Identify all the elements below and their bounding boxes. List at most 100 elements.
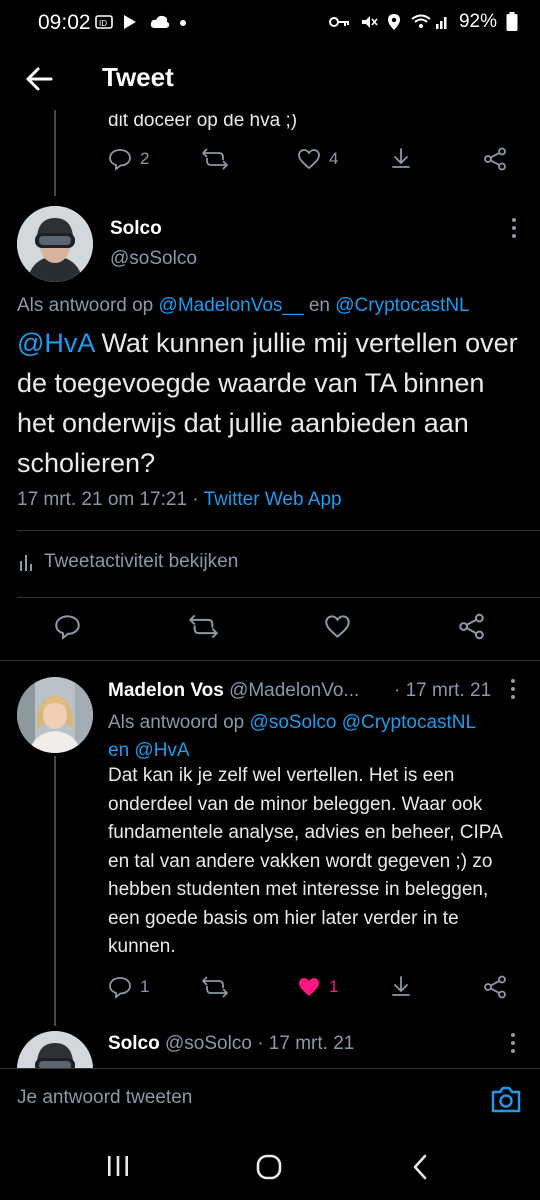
- share-icon: [459, 613, 484, 640]
- tweet-text: @HvA Wat kunnen jullie mij vertellen ove…: [17, 323, 527, 483]
- share-down-button[interactable]: [389, 975, 413, 999]
- reply-prefix: Als antwoord op: [108, 712, 245, 733]
- meta-separator: ·: [192, 489, 199, 510]
- like-button[interactable]: 4: [297, 147, 338, 171]
- system-indicators: 92%: [328, 11, 518, 33]
- share-down-button[interactable]: [389, 147, 413, 171]
- system-nav-bar: [0, 1130, 540, 1200]
- retweet-button[interactable]: [201, 147, 229, 171]
- divider: [17, 597, 540, 598]
- divider: [0, 660, 540, 661]
- key-icon: [328, 17, 349, 27]
- next-tweet-header: Solco @soSolco · 17 mrt. 21: [108, 1033, 354, 1055]
- previous-tweet-text: dit doceer op de hva ;): [108, 110, 298, 131]
- home-icon[interactable]: [255, 1153, 283, 1181]
- reply-tweet-header: Madelon Vos @MadelonVo...: [108, 680, 359, 702]
- reply-composer[interactable]: Je antwoord tweeten: [0, 1068, 540, 1130]
- reply-icon: [109, 149, 131, 171]
- reply-count: 1: [140, 977, 150, 996]
- svg-text:ID: ID: [99, 19, 107, 28]
- reply-button[interactable]: [54, 613, 81, 640]
- tweet-date: · 17 mrt. 21: [394, 680, 492, 701]
- wifi-signal-icon: [411, 14, 447, 29]
- battery-percentage: 92%: [458, 11, 497, 32]
- camera-icon[interactable]: [490, 1084, 522, 1114]
- recent-apps-icon[interactable]: [106, 1154, 130, 1178]
- mention-link[interactable]: @HvA: [17, 328, 94, 358]
- display-name[interactable]: Solco: [108, 1033, 160, 1054]
- tweet-activity-link[interactable]: Tweetactiviteit bekijken: [20, 551, 238, 573]
- like-count: 4: [329, 149, 339, 168]
- reply-and: en: [308, 295, 330, 316]
- reply-user-link[interactable]: @CryptocastNL: [342, 712, 476, 733]
- notification-app-icon: ID: [95, 15, 113, 29]
- like-icon: [298, 149, 320, 170]
- display-name[interactable]: Solco: [110, 218, 162, 240]
- reply-and-link: en: [108, 740, 130, 761]
- reply-icon: [55, 615, 80, 640]
- analytics-icon: [20, 555, 32, 571]
- cloud-icon: [150, 15, 170, 28]
- like-icon: [325, 615, 350, 638]
- retweet-button[interactable]: [188, 613, 219, 640]
- like-button[interactable]: 1: [297, 975, 338, 999]
- share-down-icon: [392, 148, 410, 168]
- share-down-icon: [392, 976, 410, 996]
- status-bar: 09:02 ID 92%: [0, 0, 540, 46]
- share-button[interactable]: [483, 147, 507, 171]
- reply-user-link[interactable]: @CryptocastNL: [335, 295, 469, 316]
- tweet-activity-label: Tweetactiviteit bekijken: [44, 551, 239, 572]
- avatar-image: [17, 206, 93, 282]
- reply-button[interactable]: 1: [108, 975, 149, 999]
- location-icon: [387, 14, 400, 30]
- reply-input-placeholder[interactable]: Je antwoord tweeten: [17, 1087, 192, 1109]
- more-icon[interactable]: [510, 679, 516, 699]
- more-icon[interactable]: [510, 1033, 516, 1053]
- share-button[interactable]: [458, 613, 485, 640]
- reply-icon: [109, 977, 131, 999]
- share-icon: [484, 975, 506, 999]
- reply-button[interactable]: 2: [108, 147, 149, 171]
- user-handle[interactable]: @MadelonVo...: [229, 680, 359, 701]
- like-button[interactable]: [324, 613, 351, 640]
- back-arrow-icon[interactable]: [24, 64, 54, 94]
- divider: [17, 530, 540, 531]
- tweet-source[interactable]: Twitter Web App: [204, 489, 342, 510]
- page-title: Tweet: [102, 62, 174, 92]
- user-handle[interactable]: @soSolco: [110, 248, 197, 270]
- thread-line: [54, 110, 56, 196]
- dot-icon: [180, 20, 186, 26]
- reply-context: Als antwoord op @soSolco @CryptocastNL e…: [108, 709, 528, 765]
- display-name[interactable]: Madelon Vos: [108, 680, 224, 701]
- top-app-bar: Tweet: [0, 46, 540, 110]
- retweet-icon: [202, 148, 228, 170]
- reply-user-link[interactable]: @soSolco: [250, 712, 337, 733]
- reply-count: 2: [140, 149, 150, 168]
- share-icon: [484, 147, 506, 171]
- thread-line: [54, 756, 56, 1026]
- back-icon[interactable]: [410, 1154, 430, 1180]
- avatar[interactable]: [17, 677, 93, 753]
- play-icon: [124, 15, 136, 29]
- notification-icons: ID: [95, 13, 187, 31]
- mute-icon: [361, 16, 378, 28]
- battery-icon: [506, 12, 518, 31]
- avatar-image: [17, 677, 93, 753]
- reply-user-link[interactable]: @HvA: [134, 740, 189, 761]
- reply-tweet-text: Dat kan ik je zelf wel vertellen. Het is…: [108, 765, 502, 957]
- avatar[interactable]: [17, 206, 93, 282]
- retweet-button[interactable]: [201, 975, 229, 999]
- reply-context: Als antwoord op @MadelonVos__ en @Crypto…: [17, 295, 470, 317]
- like-count: 1: [329, 977, 339, 996]
- user-handle[interactable]: @soSolco: [165, 1033, 252, 1054]
- reply-user-link[interactable]: @MadelonVos__: [159, 295, 304, 316]
- tweet-datetime: 17 mrt. 21 om 17:21: [17, 489, 188, 510]
- tweet-date: · 17 mrt. 21: [257, 1033, 355, 1054]
- tweet-meta: 17 mrt. 21 om 17:21 · Twitter Web App: [17, 489, 342, 511]
- more-icon[interactable]: [511, 218, 517, 238]
- share-button[interactable]: [483, 975, 507, 999]
- status-time: 09:02: [38, 11, 91, 34]
- like-filled-icon: [299, 978, 319, 996]
- retweet-icon: [189, 614, 218, 639]
- retweet-icon: [202, 976, 228, 998]
